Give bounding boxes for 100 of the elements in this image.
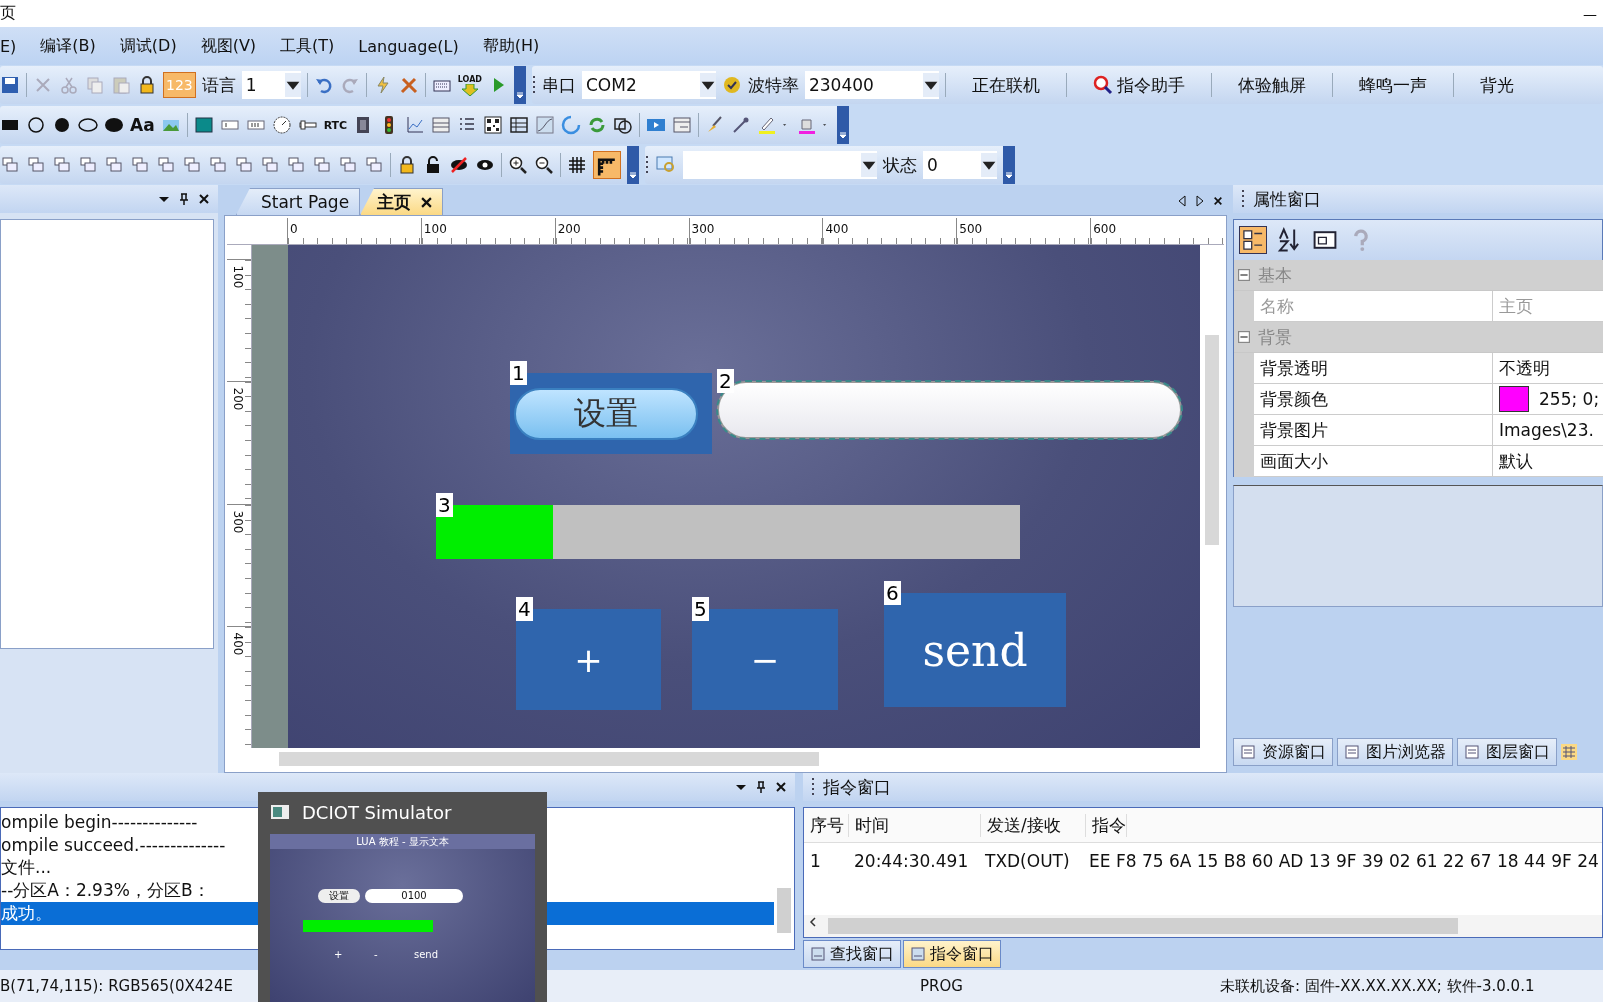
color-swatch[interactable] xyxy=(1499,386,1529,412)
menu-item[interactable]: E) xyxy=(0,36,17,56)
document-tab[interactable]: 主页 xyxy=(360,188,444,215)
close-icon[interactable] xyxy=(198,193,210,205)
align-icon[interactable] xyxy=(182,155,202,175)
align-icon[interactable] xyxy=(260,155,280,175)
scroll-left-icon[interactable] xyxy=(1177,195,1187,207)
panel-tab[interactable]: 查找窗口 xyxy=(803,940,901,968)
close-icon[interactable] xyxy=(775,781,787,793)
property-value[interactable]: 不透明 xyxy=(1499,356,1550,380)
align-icon[interactable] xyxy=(26,155,46,175)
screen-button[interactable]: send xyxy=(414,949,454,960)
property-value[interactable]: 默认 xyxy=(1499,449,1533,473)
language-dropdown[interactable]: 1 xyxy=(241,71,301,99)
pen-icon[interactable] xyxy=(757,115,778,135)
curve-icon[interactable] xyxy=(535,115,556,135)
screen-icon[interactable] xyxy=(193,115,214,135)
settings-button[interactable]: 设置 xyxy=(318,889,360,903)
text-field[interactable]: 0100 xyxy=(365,889,463,903)
categorized-icon[interactable] xyxy=(1240,227,1266,253)
chart-icon[interactable] xyxy=(405,115,426,135)
zoom-in-icon[interactable] xyxy=(508,155,528,175)
align-icon[interactable] xyxy=(338,155,358,175)
align-icon[interactable] xyxy=(52,155,72,175)
property-value[interactable]: Images\23. xyxy=(1499,420,1594,440)
align-icon[interactable] xyxy=(234,155,254,175)
ellipse-icon[interactable] xyxy=(78,115,98,135)
lock-icon[interactable] xyxy=(137,75,157,95)
pin-icon[interactable] xyxy=(755,781,767,793)
overflow-icon[interactable] xyxy=(837,106,850,144)
toolbar-button[interactable]: 背光 xyxy=(1459,73,1534,97)
menu-item[interactable]: 编译(B) xyxy=(40,35,96,57)
overflow-icon[interactable] xyxy=(513,66,526,104)
ring-icon[interactable] xyxy=(561,115,582,135)
load-label[interactable]: LOAD xyxy=(457,74,482,84)
column-header[interactable]: 时间 xyxy=(849,813,981,837)
state-dropdown[interactable]: 0 xyxy=(923,151,997,179)
menu-item[interactable]: 调试(D) xyxy=(119,35,177,57)
search-document-icon[interactable] xyxy=(1092,75,1113,95)
menu-item[interactable]: 视图(V) xyxy=(200,35,257,57)
list-icon[interactable] xyxy=(431,115,452,135)
clock-tool-button[interactable]: RTC xyxy=(323,118,348,132)
overflow-icon[interactable] xyxy=(627,146,639,184)
circle-icon[interactable] xyxy=(26,115,46,135)
align-icon[interactable] xyxy=(104,155,124,175)
grip-icon[interactable] xyxy=(811,776,815,798)
lock-icon[interactable] xyxy=(397,155,417,175)
filled-ellipse-icon[interactable] xyxy=(104,115,124,135)
minimize-button[interactable]: — xyxy=(1583,5,1597,22)
align-icon[interactable] xyxy=(130,155,150,175)
overflow-icon[interactable] xyxy=(1003,146,1015,184)
screen-button[interactable]: - xyxy=(374,949,414,960)
scroll-left-icon[interactable] xyxy=(808,916,818,928)
menu-item[interactable]: 工具(T) xyxy=(280,35,335,57)
toolbar-button[interactable]: 指令助手 xyxy=(1116,73,1185,97)
menu-item[interactable]: Language(L) xyxy=(358,36,459,56)
hidden-icon[interactable] xyxy=(449,155,469,175)
grip-icon[interactable] xyxy=(645,154,649,176)
text-tool-button[interactable]: Aa xyxy=(130,115,155,135)
align-icon[interactable] xyxy=(78,155,98,175)
align-icon[interactable] xyxy=(208,155,228,175)
column-header[interactable]: 发送/接收 xyxy=(981,813,1086,837)
close-icon[interactable] xyxy=(1213,195,1223,207)
align-icon[interactable] xyxy=(156,155,176,175)
menu-item[interactable]: 帮助(H) xyxy=(482,35,540,57)
filled-circle-icon[interactable] xyxy=(52,115,72,135)
toolbar-button[interactable]: 正在联机 xyxy=(951,73,1060,97)
panel-tab[interactable]: 指令窗口 xyxy=(903,940,1001,968)
pin-icon[interactable] xyxy=(178,193,190,205)
screen-button[interactable]: + xyxy=(334,949,374,960)
column-header[interactable]: 序号 xyxy=(804,813,849,837)
property-value[interactable]: 255; 0; xyxy=(1539,389,1600,409)
collapse-icon[interactable] xyxy=(1238,331,1250,343)
port-dropdown[interactable]: COM2 xyxy=(581,71,716,99)
document-tab[interactable]: Start Page xyxy=(236,188,361,215)
toolbar-button[interactable]: 蜂鸣一声 xyxy=(1338,73,1447,97)
ruler-toggle-icon[interactable] xyxy=(593,151,621,179)
grip-icon[interactable] xyxy=(1241,188,1245,210)
grid-icon[interactable] xyxy=(567,155,587,175)
column-header[interactable]: 指令 xyxy=(1086,813,1127,837)
settings-button[interactable]: 设置 xyxy=(514,387,698,440)
scroll-right-icon[interactable] xyxy=(1195,195,1205,207)
baud-rate-dropdown[interactable]: 230400 xyxy=(804,71,939,99)
tools-icon[interactable] xyxy=(398,75,419,95)
align-icon[interactable] xyxy=(0,155,20,175)
gauge-icon[interactable] xyxy=(271,115,292,135)
sort-icon[interactable] xyxy=(1276,227,1302,253)
panel-tab[interactable]: 资源窗口 xyxy=(1233,738,1333,766)
overlap-icon[interactable] xyxy=(613,115,634,135)
align-icon[interactable] xyxy=(364,155,384,175)
panel-tab[interactable]: 图片浏览器 xyxy=(1337,738,1453,766)
qr-code-icon[interactable] xyxy=(483,115,504,135)
collapse-icon[interactable] xyxy=(1238,269,1250,281)
panel-tab[interactable]: 图层窗口 xyxy=(1457,738,1557,766)
align-icon[interactable] xyxy=(312,155,332,175)
table-icon[interactable] xyxy=(509,115,530,135)
grip-icon[interactable] xyxy=(531,74,536,96)
horizontal-scrollbar[interactable] xyxy=(804,915,1602,937)
close-icon[interactable] xyxy=(421,196,433,208)
zoom-out-icon[interactable] xyxy=(534,155,554,175)
